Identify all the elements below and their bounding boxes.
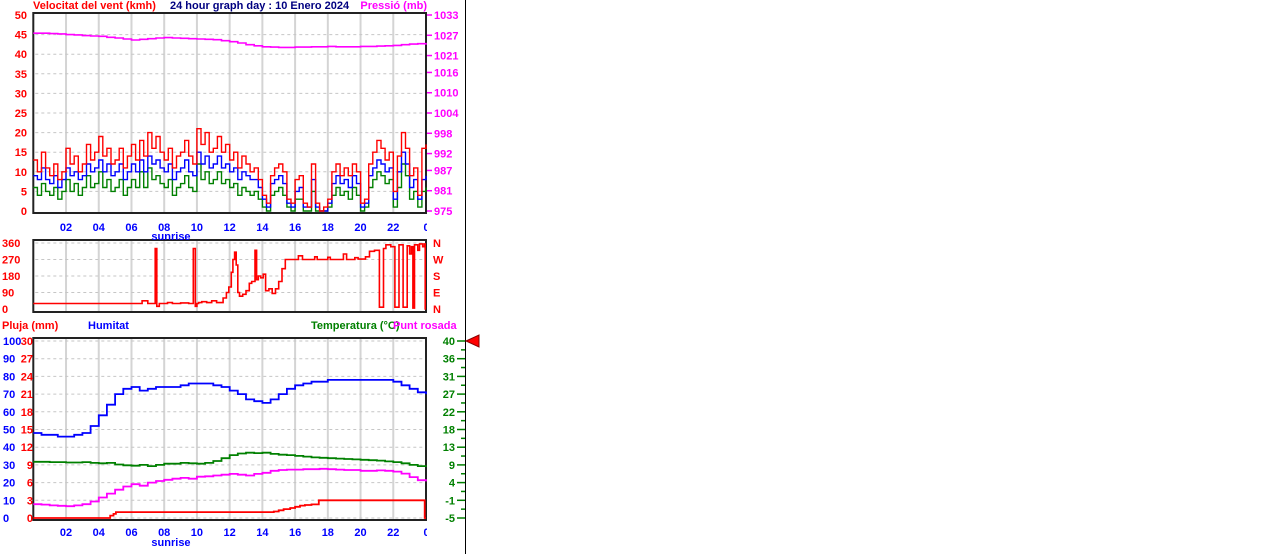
x-tick-label: 06 (125, 222, 137, 234)
temperature-tick-label: -1 (445, 495, 455, 507)
rain-tick-label: 15 (21, 425, 33, 437)
pressure-tick-label: 1027 (434, 30, 458, 42)
humidity-tick-label: 100 (3, 336, 21, 348)
temperature-tick-label: -5 (445, 513, 455, 525)
wind-speed-tick-label: 30 (15, 88, 27, 100)
graph-title: 24 hour graph day : 10 Enero 2024 (170, 0, 350, 12)
rain-tick-label: 0 (27, 513, 33, 525)
rain-tick-label: 18 (21, 407, 33, 419)
rain-tick-label: 6 (27, 478, 33, 490)
pressure-tick-label: 975 (434, 206, 452, 218)
x-tick-label: 18 (322, 222, 334, 234)
pressure-tick-label: 1033 (434, 10, 458, 22)
pressure-tick-label: 1021 (434, 51, 458, 63)
x-tick-label: 18 (322, 527, 334, 539)
compass-label: N (433, 238, 441, 250)
pressure-tick-label: 987 (434, 165, 452, 177)
wind-speed-tick-label: 5 (21, 186, 27, 198)
x-tick-label: 06 (125, 527, 137, 539)
direction-tick-label: 360 (2, 238, 20, 250)
x-tick-label: 16 (289, 527, 301, 539)
x-tick-label: 02 (60, 527, 72, 539)
compass-label: S (433, 271, 440, 283)
pressure-axis-title: Pressió (mb) (360, 0, 427, 12)
pressure-tick-label: 992 (434, 149, 452, 161)
pressure-tick-label: 1004 (434, 108, 459, 120)
humidity-tick-label: 50 (3, 425, 15, 437)
rain-axis-title: Pluja (mm) (2, 320, 59, 332)
wind-speed-tick-label: 50 (15, 10, 27, 22)
weather-24h-graph: 50 45 40 35 30 25 20 15 10 5 0 1033 1027 1021 1016 1010… (0, 0, 1280, 554)
pressure-tick-label: 981 (434, 186, 452, 198)
temperature-tick-label: 13 (443, 442, 455, 454)
x-tick-label: 12 (224, 222, 236, 234)
rain-tick-label: 9 (27, 460, 33, 472)
x-tick-label-edge: 0 (423, 527, 429, 539)
compass-label: W (433, 255, 444, 267)
rain-tick-label: 30 (21, 336, 33, 348)
charts-svg: 5045403530252015105010331027102110161010… (2, 0, 480, 554)
direction-tick-label: 90 (2, 288, 14, 300)
temperature-tick-label: 4 (449, 478, 456, 490)
x-tick-label: 12 (224, 527, 236, 539)
rain-tick-label: 21 (21, 389, 33, 401)
temperature-tick-label: 40 (443, 336, 455, 348)
humidity-tick-label: 40 (3, 442, 15, 454)
direction-tick-label: 270 (2, 255, 20, 267)
x-tick-label: 04 (93, 222, 106, 234)
compass-label: E (433, 288, 440, 300)
wind-speed-tick-label: 20 (15, 128, 27, 140)
wind-speed-tick-label: 10 (15, 167, 27, 179)
rain-tick-label: 12 (21, 442, 33, 454)
pressure-tick-label: 1010 (434, 88, 458, 100)
humidity-tick-label: 90 (3, 354, 15, 366)
direction-tick-label: 0 (2, 304, 8, 316)
temperature-tick-label: 18 (443, 425, 455, 437)
pressure-tick-label: 1016 (434, 67, 458, 79)
x-tick-label: 20 (354, 222, 366, 234)
temperature-tick-label: 27 (443, 389, 455, 401)
humidity-tick-label: 0 (3, 513, 9, 525)
x-tick-label: 20 (354, 527, 366, 539)
wind-speed-tick-label: 15 (15, 147, 27, 159)
temperature-tick-label: 31 (443, 371, 455, 383)
rain-tick-label: 3 (27, 495, 33, 507)
x-tick-label: 16 (289, 222, 301, 234)
humidity-tick-label: 60 (3, 407, 15, 419)
x-tick-label-edge: 0 (423, 222, 429, 234)
direction-tick-label: 180 (2, 271, 20, 283)
humidity-tick-label: 20 (3, 478, 15, 490)
wind-speed-tick-label: 45 (15, 30, 27, 42)
humidity-tick-label: 80 (3, 371, 15, 383)
x-tick-label: 22 (387, 527, 399, 539)
temperature-axis-title: Temperatura (°C) (311, 320, 400, 332)
x-tick-label: 04 (93, 527, 106, 539)
rain-tick-label: 27 (21, 354, 33, 366)
wind-axis-title: Velocitat del vent (kmh) (33, 0, 156, 12)
humidity-tick-label: 70 (3, 389, 15, 401)
sunrise-label-bottom: sunrise (151, 537, 191, 549)
wind-speed-tick-label: 35 (15, 69, 27, 81)
compass-label: N (433, 304, 441, 316)
temperature-tick-label: 36 (443, 354, 455, 366)
dewpoint-axis-title: Punt rosada (393, 320, 457, 332)
wind-speed-tick-label: 0 (21, 206, 27, 218)
current-value-arrow-marker (464, 334, 480, 348)
temperature-tick-label: 22 (443, 407, 455, 419)
x-tick-label: 14 (256, 222, 269, 234)
x-tick-label: 14 (256, 527, 269, 539)
humidity-tick-label: 10 (3, 495, 15, 507)
x-tick-label: 02 (60, 222, 72, 234)
wind-speed-tick-label: 25 (15, 108, 27, 120)
x-tick-label: 22 (387, 222, 399, 234)
humidity-axis-title: Humitat (88, 320, 129, 332)
temperature-tick-label: 9 (449, 460, 455, 472)
wind-speed-tick-label: 40 (15, 49, 27, 61)
humidity-tick-label: 30 (3, 460, 15, 472)
sunrise-label-top: sunrise (151, 231, 191, 243)
rain-tick-label: 24 (21, 371, 34, 383)
pressure-tick-label: 998 (434, 128, 452, 140)
